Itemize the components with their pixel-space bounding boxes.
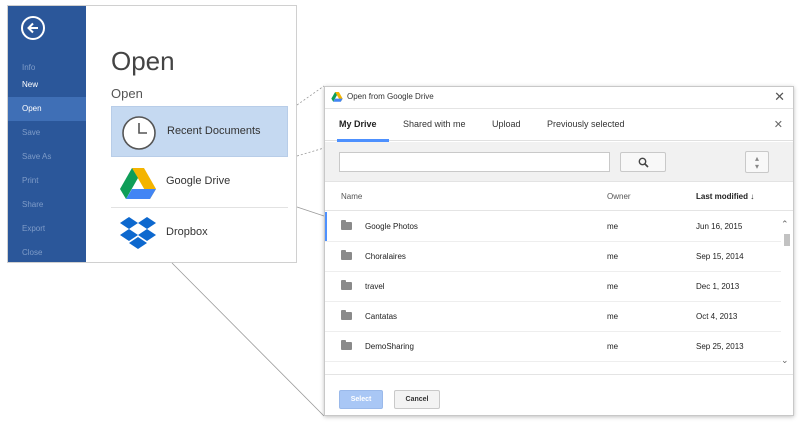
file-owner: me <box>607 282 619 291</box>
page-title: Open <box>111 46 175 76</box>
tab-previously-selected[interactable]: Previously selected <box>547 119 625 129</box>
sidebar-item-save-as[interactable]: Save As <box>8 145 86 169</box>
dialog-footer: Select Cancel <box>325 374 793 415</box>
sidebar-item-new[interactable]: New <box>8 73 86 97</box>
file-name: travel <box>365 282 385 291</box>
back-arrow-icon <box>27 22 38 34</box>
file-modified: Sep 15, 2014 <box>696 252 744 261</box>
place-google-drive[interactable]: Google Drive <box>111 157 288 208</box>
google-drive-icon <box>331 92 343 102</box>
file-name: Cantatas <box>365 312 398 321</box>
sidebar-item-print[interactable]: Print <box>8 169 86 193</box>
table-row[interactable]: Google Photos me Jun 16, 2015 <box>325 212 781 242</box>
column-header-owner[interactable]: Owner <box>607 192 631 201</box>
folder-icon <box>341 220 352 230</box>
scroll-up-icon[interactable]: ⌃ <box>781 219 789 230</box>
close-icon[interactable]: ✕ <box>774 118 783 131</box>
table-row[interactable]: DemoSharing me Sep 25, 2013 <box>325 332 781 362</box>
close-icon[interactable]: ✕ <box>774 89 785 105</box>
place-label: Recent Documents <box>167 125 261 137</box>
file-modified: Jun 16, 2015 <box>696 222 743 231</box>
dialog-title: Open from Google Drive <box>347 92 434 101</box>
sidebar-item-open[interactable]: Open <box>8 97 86 121</box>
folder-icon <box>341 310 352 320</box>
column-header-name[interactable]: Name <box>341 192 362 201</box>
folder-icon <box>341 250 352 260</box>
backstage-sidebar: Info New Open Save Save As Print Share E… <box>8 6 86 262</box>
place-dropbox[interactable]: Dropbox <box>111 208 288 259</box>
file-name: DemoSharing <box>365 342 414 351</box>
dialog-tabs: My Drive Shared with me Upload Previousl… <box>325 109 793 142</box>
google-drive-icon <box>120 168 156 199</box>
word-backstage-window: Info New Open Save Save As Print Share E… <box>7 5 297 263</box>
search-bar: ▴ ▾ <box>325 142 793 182</box>
scroll-down-icon[interactable]: ⌄ <box>781 355 789 366</box>
file-list: Google Photos me Jun 16, 2015 Choralaire… <box>325 212 781 372</box>
place-label: Dropbox <box>166 226 208 238</box>
sidebar-item-save[interactable]: Save <box>8 121 86 145</box>
file-modified: Oct 4, 2013 <box>696 312 738 321</box>
clock-icon <box>122 116 156 150</box>
scrollbar-thumb[interactable] <box>784 234 790 246</box>
tab-upload[interactable]: Upload <box>492 119 521 129</box>
file-name: Google Photos <box>365 222 418 231</box>
cancel-button[interactable]: Cancel <box>394 390 440 409</box>
file-list-header: Name Owner Last modified ↓ <box>325 183 793 211</box>
file-modified: Sep 25, 2013 <box>696 342 744 351</box>
file-owner: me <box>607 312 619 321</box>
table-row[interactable]: Choralaires me Sep 15, 2014 <box>325 242 781 272</box>
section-subtitle: Open <box>111 86 143 101</box>
sidebar-item-share[interactable]: Share <box>8 193 86 217</box>
folder-icon <box>341 280 352 290</box>
back-button[interactable] <box>21 16 45 40</box>
sort-icon: ▴ ▾ <box>754 154 759 171</box>
place-label: Google Drive <box>166 175 231 187</box>
table-row[interactable]: travel me Dec 1, 2013 <box>325 272 781 302</box>
sidebar-item-export[interactable]: Export <box>8 217 86 241</box>
tab-shared-with-me[interactable]: Shared with me <box>403 119 466 129</box>
file-modified: Dec 1, 2013 <box>696 282 740 291</box>
select-button[interactable]: Select <box>339 390 383 409</box>
file-owner: me <box>607 342 619 351</box>
dropbox-icon <box>120 217 156 249</box>
google-drive-picker-dialog: Open from Google Drive ✕ My Drive Shared… <box>324 86 794 416</box>
place-recent-documents[interactable]: Recent Documents <box>111 106 288 157</box>
search-input[interactable] <box>339 152 610 172</box>
tab-my-drive[interactable]: My Drive <box>339 119 377 129</box>
search-icon <box>638 157 649 168</box>
dialog-titlebar: Open from Google Drive ✕ <box>325 87 793 109</box>
file-owner: me <box>607 252 619 261</box>
file-name: Choralaires <box>365 252 406 261</box>
file-owner: me <box>607 222 619 231</box>
sort-options-button[interactable]: ▴ ▾ <box>745 151 769 173</box>
table-row[interactable]: Cantatas me Oct 4, 2013 <box>325 302 781 332</box>
search-button[interactable] <box>620 152 666 172</box>
sidebar-item-close[interactable]: Close <box>8 241 86 262</box>
column-header-last-modified[interactable]: Last modified ↓ <box>696 192 754 201</box>
folder-icon <box>341 340 352 350</box>
